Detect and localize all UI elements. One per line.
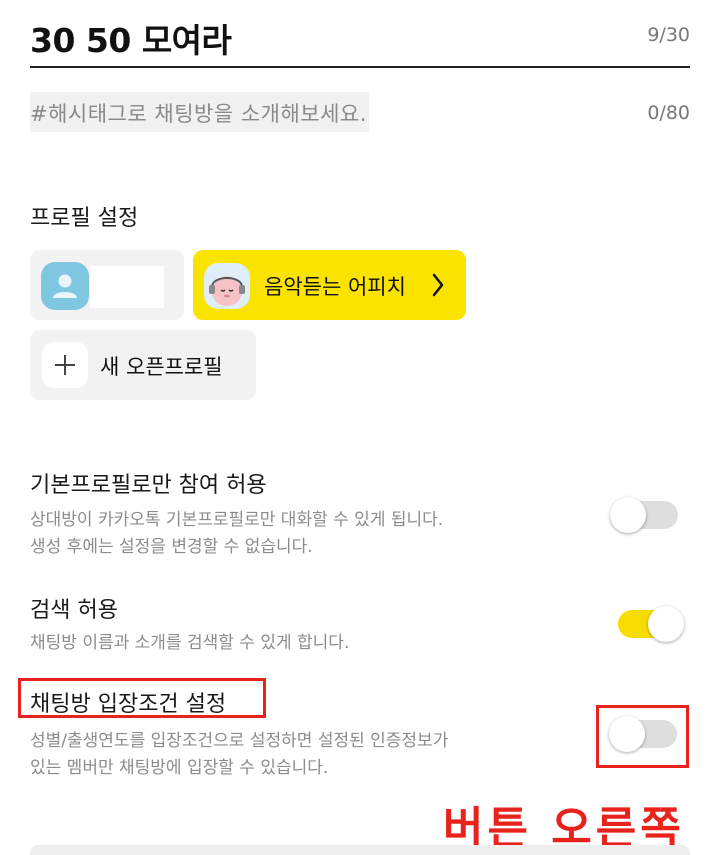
setting-description: 생성 후에는 설정을 변경할 수 없습니다. xyxy=(30,537,313,557)
new-open-profile-button[interactable]: 새 오픈프로필 xyxy=(30,330,256,400)
setting-description: 채팅방 이름과 소개를 검색할 수 있게 합니다. xyxy=(30,633,350,653)
profile-settings-title: 프로필 설정 xyxy=(30,206,139,231)
default-profile-option[interactable] xyxy=(30,250,184,320)
plus-icon xyxy=(42,342,88,388)
setting-title: 검색 허용 xyxy=(30,598,118,623)
new-open-profile-label: 새 오픈프로필 xyxy=(100,355,223,379)
profile-name-box xyxy=(90,266,164,308)
default-profile-only-toggle[interactable] xyxy=(610,497,680,533)
setting-search-allowed: 검색 허용 채팅방 이름과 소개를 검색할 수 있게 합니다. xyxy=(30,592,690,662)
apeach-character-icon xyxy=(204,263,250,309)
toggle-knob xyxy=(648,606,684,642)
toggle-knob xyxy=(610,497,646,533)
chat-room-title-input[interactable]: 30 50 모여라 xyxy=(30,14,232,62)
setting-description: 성별/출생연도를 입장조건으로 설정하면 설정된 인증정보가 xyxy=(30,731,449,751)
person-icon xyxy=(41,262,89,310)
title-underline xyxy=(30,66,690,68)
search-allowed-toggle[interactable] xyxy=(614,606,684,642)
setting-title: 기본프로필로만 참여 허용 xyxy=(30,473,267,498)
setting-description: 있는 멤버만 채팅방에 입장할 수 있습니다. xyxy=(30,758,329,778)
entry-conditions-title-highlight xyxy=(18,678,266,718)
open-profile-option[interactable]: 음악듣는 어피치 xyxy=(193,250,466,320)
setting-description: 상대방이 카카오톡 기본프로필로만 대화할 수 있게 됩니다. xyxy=(30,510,444,530)
open-profile-name: 음악듣는 어피치 xyxy=(264,275,406,299)
bottom-button-partial[interactable] xyxy=(30,845,690,855)
hashtag-input[interactable]: #해시태그로 채팅방을 소개해보세요. xyxy=(30,92,369,132)
entry-conditions-toggle-highlight xyxy=(596,705,689,768)
hashtag-field[interactable]: #해시태그로 채팅방을 소개해보세요. 0/80 xyxy=(30,92,690,134)
chevron-right-icon xyxy=(432,273,444,297)
setting-default-profile-only: 기본프로필로만 참여 허용 상대방이 카카오톡 기본프로필로만 대화할 수 있게… xyxy=(30,467,690,567)
chat-room-title-field[interactable]: 30 50 모여라 9/30 xyxy=(30,8,690,68)
hashtag-char-count: 0/80 xyxy=(647,102,690,124)
title-char-count: 9/30 xyxy=(647,24,690,46)
